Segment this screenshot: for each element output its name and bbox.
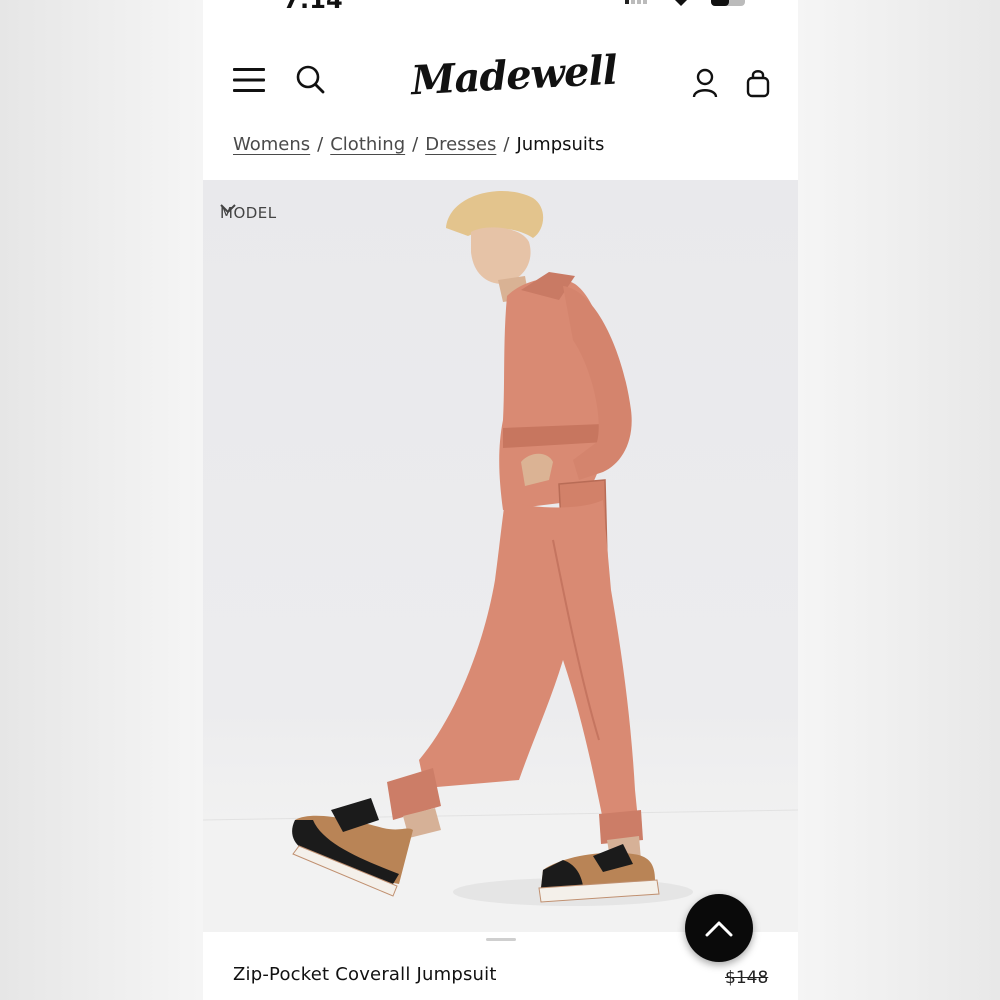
breadcrumb-link-dresses[interactable]: Dresses — [425, 134, 496, 155]
status-time: 7:14 — [283, 0, 343, 14]
wifi-icon — [675, 0, 687, 6]
product-original-price: $148 — [725, 968, 769, 988]
breadcrumb-separator: / — [503, 134, 510, 155]
model-toggle[interactable]: MODEL — [220, 204, 277, 222]
account-icon[interactable] — [691, 68, 719, 98]
battery-icon — [711, 0, 745, 6]
breadcrumb-link-womens[interactable]: Womens — [233, 134, 310, 155]
breadcrumb-separator: / — [412, 134, 419, 155]
product-image[interactable]: MODEL — [203, 180, 798, 932]
signal-icon — [625, 0, 647, 4]
breadcrumb-current: Jumpsuits — [516, 134, 605, 155]
model-photo — [203, 190, 798, 932]
status-icons — [625, 0, 745, 6]
chevron-up-icon — [705, 921, 733, 937]
menu-icon[interactable] — [233, 66, 265, 94]
back-to-top-button[interactable] — [685, 894, 753, 962]
phone-screen: 7:14 Madewell Womens / Clothing / Dresse… — [203, 0, 798, 1000]
brand-logo[interactable]: Madewell — [410, 47, 618, 105]
breadcrumb-separator: / — [317, 134, 324, 155]
drawer-handle[interactable] — [486, 938, 516, 941]
chevron-down-icon — [220, 204, 236, 214]
site-header: Madewell — [203, 40, 798, 120]
bag-icon[interactable] — [745, 68, 771, 98]
status-bar: 7:14 — [203, 0, 798, 14]
breadcrumb: Womens / Clothing / Dresses / Jumpsuits — [233, 134, 604, 155]
product-title: Zip-Pocket Coverall Jumpsuit — [233, 964, 497, 985]
breadcrumb-link-clothing[interactable]: Clothing — [330, 134, 405, 155]
search-icon[interactable] — [295, 64, 325, 94]
